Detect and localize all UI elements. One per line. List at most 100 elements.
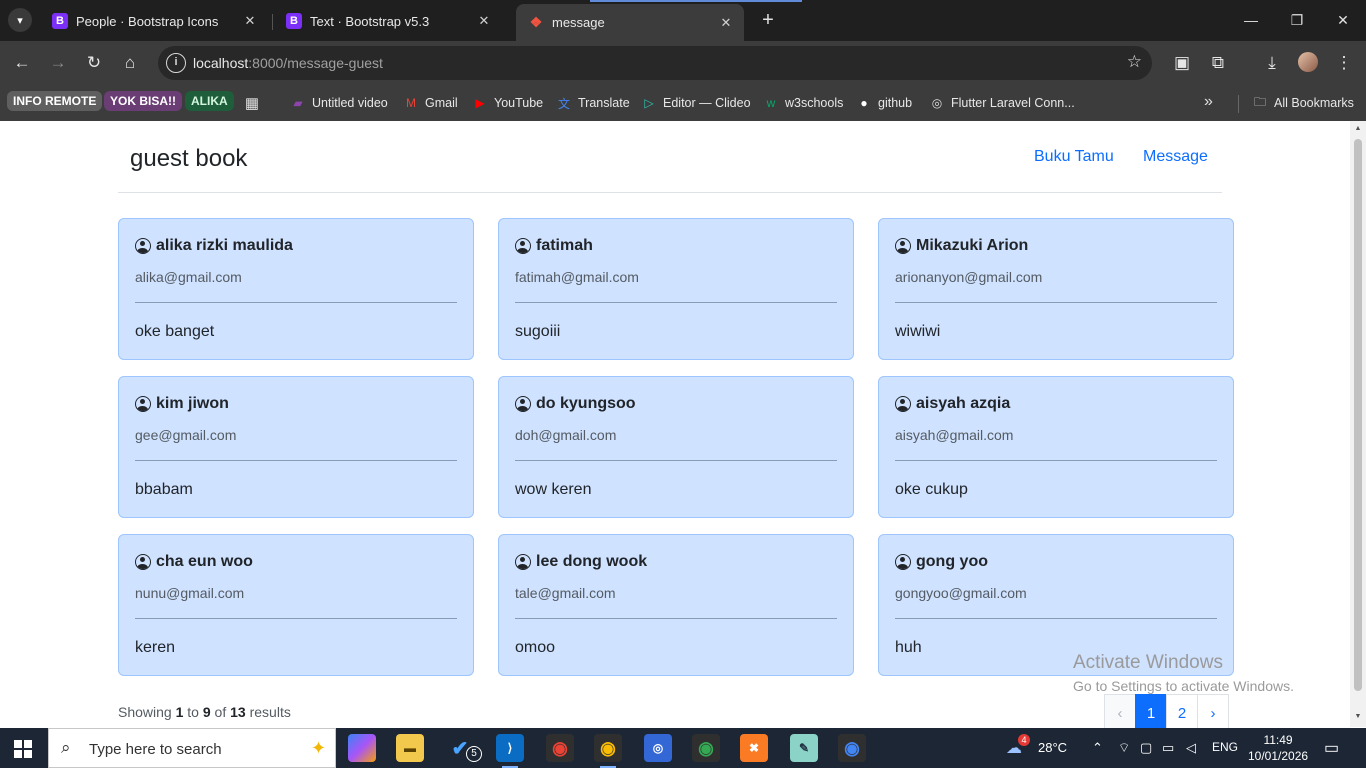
bookmarks-overflow-chevron-icon[interactable]: » [1204, 93, 1213, 111]
card-sender-name: Mikazuki Arion [895, 237, 1028, 255]
person-circle-icon [515, 238, 531, 254]
card-message-text: bbabam [135, 481, 193, 498]
bookmark-flutter-laravel[interactable]: ◎ Flutter Laravel Conn... [929, 93, 1075, 113]
all-bookmarks-folder[interactable]: 🗀 All Bookmarks [1252, 93, 1354, 113]
scrollbar-thumb[interactable] [1354, 139, 1362, 691]
chrome-profile-2-icon[interactable]: ◉ [692, 734, 720, 762]
bookmark-clideo[interactable]: ▷ Editor — Clideo [641, 93, 750, 113]
input-language[interactable]: ENG [1212, 740, 1238, 754]
bookmark-untitled-video[interactable]: ▰ Untitled video [290, 93, 387, 113]
menu-kebab-icon[interactable]: ⋮ [1332, 51, 1356, 75]
activation-subtitle: Go to Settings to activate Windows. [1073, 678, 1294, 694]
bookmark-badge-alika[interactable]: ALIKA [185, 91, 234, 111]
message-card: kim jiwon gee@gmail.com bbabam [118, 376, 474, 518]
message-card: do kyungsoo doh@gmail.com wow keren [498, 376, 854, 518]
close-icon[interactable]: ✕ [240, 13, 260, 29]
card-message-text: wiwiwi [895, 323, 941, 340]
extensions-puzzle-icon[interactable]: ⧉ [1206, 51, 1230, 75]
scroll-down-arrow-icon[interactable]: ▼ [1354, 713, 1362, 720]
bookmark-w3schools[interactable]: w w3schools [763, 93, 844, 113]
battery-icon[interactable]: ▭ [1162, 740, 1174, 756]
bookmark-translate[interactable]: 文 Translate [556, 93, 630, 113]
profile-avatar[interactable] [1298, 52, 1318, 72]
bookmark-github[interactable]: ● github [856, 93, 912, 113]
globe-icon: ◎ [931, 96, 943, 110]
tab-search-chevron-icon[interactable]: ▾ [8, 8, 32, 32]
bookmark-star-icon[interactable]: ☆ [1127, 52, 1142, 72]
sender-name-text: aisyah azqia [916, 395, 1011, 412]
taskbar-search-box[interactable]: ⌕ Type here to search ✦ [48, 728, 336, 768]
tab-title: People · Bootstrap Icons [76, 13, 219, 29]
window-close-icon[interactable]: ✕ [1320, 8, 1366, 32]
bookmark-badge-yok-bisa[interactable]: YOK BISA!! [104, 91, 182, 111]
results-total: 13 [230, 704, 246, 720]
message-card: aisyah azqia aisyah@gmail.com oke cukup [878, 376, 1234, 518]
bookmark-badge-info-remote[interactable]: INFO REMOTE [7, 91, 103, 111]
show-hidden-icons-chevron-icon[interactable]: ⌃ [1092, 740, 1103, 756]
copilot-sparkle-icon[interactable]: ✦ [311, 738, 326, 759]
person-circle-icon [895, 238, 911, 254]
copilot-app-icon[interactable] [348, 734, 376, 762]
results-of-word: of [214, 704, 227, 720]
file-explorer-icon[interactable]: ▬ [396, 734, 424, 762]
pagination-page-1[interactable]: 1 [1135, 694, 1167, 732]
site-info-icon[interactable]: i [166, 53, 186, 73]
address-bar[interactable]: i localhost:8000/message-guest ☆ [158, 46, 1152, 80]
restore-icon[interactable]: ❐ [1274, 8, 1320, 32]
card-sender-name: fatimah [515, 237, 593, 255]
reload-icon[interactable]: ↻ [82, 51, 106, 75]
minimize-icon[interactable]: — [1228, 8, 1274, 32]
card-sender-email: gongyoo@gmail.com [895, 585, 1027, 601]
search-icon: ⌕ [61, 738, 71, 757]
camera-icon[interactable]: ▢ [1140, 740, 1152, 756]
close-icon[interactable]: ✕ [474, 13, 494, 29]
notepad-app-icon[interactable]: ✎ [790, 734, 818, 762]
bookmark-youtube[interactable]: ▶ YouTube [472, 93, 543, 113]
new-tab-plus-icon[interactable]: + [758, 10, 778, 30]
apps-grid-icon[interactable]: ▦ [244, 93, 266, 113]
screen-capture-icon[interactable]: ▣ [1170, 51, 1194, 75]
chrome-active-icon[interactable]: ◉ [594, 734, 622, 768]
page-scrollbar[interactable]: ▲ ▼ [1350, 121, 1366, 727]
card-message-text: oke cukup [895, 481, 968, 498]
tab-loading-indicator [590, 0, 802, 2]
scroll-up-arrow-icon[interactable]: ▲ [1354, 125, 1362, 132]
home-icon[interactable]: ⌂ [118, 51, 142, 75]
card-sender-email: aisyah@gmail.com [895, 427, 1014, 443]
url-text[interactable]: localhost:8000/message-guest [193, 55, 383, 71]
card-sender-name: alika rizki maulida [135, 237, 293, 255]
bookmark-gmail[interactable]: M Gmail [403, 93, 458, 113]
windows-activation-watermark: Activate Windows Go to Settings to activ… [1073, 652, 1294, 694]
nav-link-message[interactable]: Message [1143, 148, 1208, 166]
pagination-page-2[interactable]: 2 [1166, 694, 1198, 732]
tab-title: message [552, 15, 605, 30]
windows-start-icon[interactable] [14, 740, 32, 758]
browser-tab-bar: ▾ B People · Bootstrap Icons ✕ B Text · … [0, 0, 1366, 41]
screen-recorder-icon[interactable]: ◎ [644, 734, 672, 762]
xampp-app-icon[interactable]: ✖ [740, 734, 768, 762]
tab-title: Text · Bootstrap v5.3 [310, 13, 430, 29]
notifications-icon[interactable]: ▭ [1324, 738, 1339, 758]
tab-bootstrap-text[interactable]: B Text · Bootstrap v5.3 ✕ [274, 6, 502, 36]
chrome-profile-3-icon[interactable]: ◉ [838, 734, 866, 762]
weather-temperature[interactable]: 28°C [1038, 740, 1067, 755]
tab-bootstrap-icons[interactable]: B People · Bootstrap Icons ✕ [40, 6, 268, 36]
sender-name-text: fatimah [536, 237, 593, 254]
message-card: alika rizki maulida alika@gmail.com oke ba… [118, 218, 474, 360]
card-sender-name: gong yoo [895, 553, 988, 571]
volume-icon[interactable]: ◁ [1186, 740, 1196, 756]
tab-message[interactable]: ❖ message ✕ [516, 4, 744, 41]
system-clock[interactable]: 11:49 10/01/2026 [1248, 732, 1308, 764]
back-arrow-icon[interactable]: ← [10, 51, 34, 75]
close-icon[interactable]: ✕ [716, 15, 736, 31]
download-icon[interactable]: ⤓ [1260, 51, 1284, 75]
site-brand[interactable]: guest book [130, 145, 247, 173]
clock-time: 11:49 [1263, 733, 1293, 747]
chrome-profile-1-icon[interactable]: ◉ [546, 734, 574, 762]
vscode-app-icon[interactable]: ⟩ [496, 734, 524, 768]
pagination-next[interactable]: › [1197, 694, 1229, 732]
network-wifi-icon[interactable]: ⌔ [1118, 740, 1130, 756]
youtube-icon: ▶ [475, 96, 485, 110]
nav-link-buku-tamu[interactable]: Buku Tamu [1034, 148, 1114, 166]
forward-arrow-icon[interactable]: → [46, 51, 70, 75]
